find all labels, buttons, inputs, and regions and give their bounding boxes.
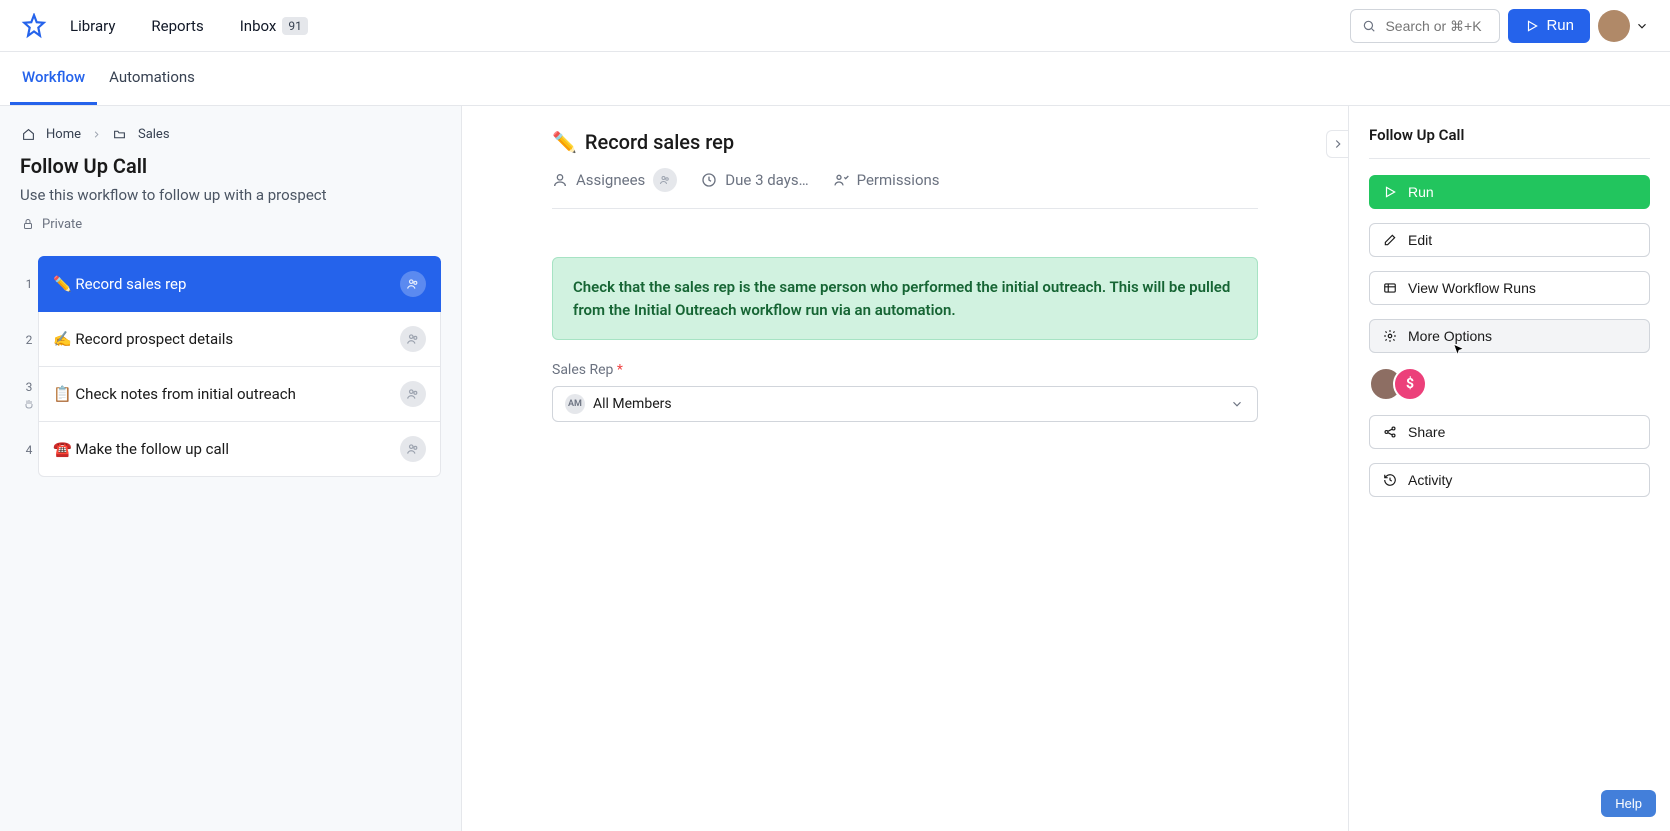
collaborator-avatar-2: $: [1393, 367, 1427, 401]
required-indicator: *: [617, 362, 623, 378]
step-item-2[interactable]: ✍️ Record prospect details: [38, 312, 441, 367]
privacy-label: Private: [42, 217, 82, 232]
permissions-label: Permissions: [857, 171, 940, 189]
step-number: 1: [20, 277, 38, 291]
due-date-field[interactable]: Due 3 days…: [701, 171, 808, 189]
group-icon: [400, 326, 426, 352]
stop-hand-icon: [23, 398, 35, 410]
group-icon: [400, 436, 426, 462]
step-number: 3: [26, 380, 33, 394]
clock-icon: [701, 172, 717, 188]
collapse-right-panel[interactable]: [1326, 130, 1348, 158]
nav-inbox-label: Inbox: [240, 17, 277, 35]
select-avatar-pill: AM: [565, 394, 585, 414]
lock-icon: [20, 216, 36, 232]
step-item-3[interactable]: 📋 Check notes from initial outreach: [38, 367, 441, 422]
history-icon: [1382, 472, 1398, 488]
side-panel-title: Follow Up Call: [1369, 126, 1650, 159]
workflow-title: Follow Up Call: [20, 154, 441, 178]
permissions-icon: [833, 172, 849, 188]
task-title: Record sales rep: [585, 130, 734, 154]
step-label: Check notes from initial outreach: [75, 385, 295, 403]
assignees-field[interactable]: Assignees: [552, 168, 677, 192]
share-icon: [1382, 424, 1398, 440]
step-label: Record sales rep: [75, 275, 186, 293]
share-button-label: Share: [1408, 424, 1445, 440]
breadcrumb: Home Sales: [20, 126, 441, 142]
share-button[interactable]: Share: [1369, 415, 1650, 449]
step-emoji: ☎️: [53, 440, 72, 458]
collaborators[interactable]: $: [1369, 367, 1650, 401]
user-icon: [552, 172, 568, 188]
tab-workflow[interactable]: Workflow: [10, 52, 97, 105]
step-item-4[interactable]: ☎️ Make the follow up call: [38, 422, 441, 477]
assignees-group-icon: [653, 168, 677, 192]
tab-automations[interactable]: Automations: [97, 52, 207, 105]
play-icon: [1382, 184, 1398, 200]
group-icon: [400, 381, 426, 407]
more-options-button-label: More Options: [1408, 328, 1492, 344]
field-label: Sales Rep: [552, 362, 613, 378]
help-button[interactable]: Help: [1601, 790, 1656, 817]
more-options-button[interactable]: More Options: [1369, 319, 1650, 353]
privacy-indicator: Private: [20, 216, 441, 232]
run-button-side-label: Run: [1408, 184, 1434, 200]
step-emoji: 📋: [53, 385, 72, 403]
run-button-top-label: Run: [1546, 17, 1574, 34]
home-icon[interactable]: [20, 126, 36, 142]
step-item-1[interactable]: ✏️ Record sales rep: [38, 256, 441, 312]
edit-button-label: Edit: [1408, 232, 1432, 248]
breadcrumb-home[interactable]: Home: [46, 127, 81, 142]
search-input[interactable]: [1385, 18, 1489, 34]
activity-button-label: Activity: [1408, 472, 1452, 488]
chevron-down-icon: [1634, 18, 1650, 34]
step-label: Record prospect details: [75, 330, 233, 348]
step-emoji: ✏️: [53, 275, 72, 293]
sales-rep-select[interactable]: AM All Members: [552, 386, 1258, 422]
group-icon: [400, 271, 426, 297]
folder-icon[interactable]: [112, 126, 128, 142]
breadcrumb-folder[interactable]: Sales: [138, 127, 170, 142]
run-button-side[interactable]: Run: [1369, 175, 1650, 209]
chevron-down-icon: [1229, 396, 1245, 412]
table-icon: [1382, 280, 1398, 296]
nav-inbox[interactable]: Inbox 91: [226, 9, 322, 43]
search-box[interactable]: [1350, 9, 1500, 43]
play-icon: [1524, 18, 1540, 34]
nav-reports[interactable]: Reports: [137, 9, 217, 43]
pencil-icon: [1382, 232, 1398, 248]
view-runs-button[interactable]: View Workflow Runs: [1369, 271, 1650, 305]
inbox-count-badge: 91: [282, 17, 308, 35]
run-button-top[interactable]: Run: [1508, 9, 1590, 43]
assignees-label: Assignees: [576, 171, 645, 189]
step-label: Make the follow up call: [75, 440, 229, 458]
user-menu[interactable]: [1598, 10, 1650, 42]
gear-icon: [1382, 328, 1398, 344]
step-number: 2: [20, 333, 38, 347]
cursor-icon: [1450, 342, 1468, 360]
step-emoji: ✍️: [53, 330, 72, 348]
select-value: All Members: [593, 396, 672, 412]
due-date-label: Due 3 days…: [725, 171, 808, 189]
logo-icon[interactable]: [20, 12, 48, 40]
instruction-callout: Check that the sales rep is the same per…: [552, 257, 1258, 340]
nav-library[interactable]: Library: [56, 9, 129, 43]
chevron-right-icon: [91, 129, 102, 140]
workflow-description: Use this workflow to follow up with a pr…: [20, 186, 441, 204]
search-icon: [1361, 18, 1377, 34]
permissions-field[interactable]: Permissions: [833, 171, 940, 189]
task-title-emoji: ✏️: [552, 130, 577, 154]
user-avatar: [1598, 10, 1630, 42]
edit-button[interactable]: Edit: [1369, 223, 1650, 257]
step-number: 4: [20, 443, 38, 457]
activity-button[interactable]: Activity: [1369, 463, 1650, 497]
view-runs-button-label: View Workflow Runs: [1408, 280, 1536, 296]
